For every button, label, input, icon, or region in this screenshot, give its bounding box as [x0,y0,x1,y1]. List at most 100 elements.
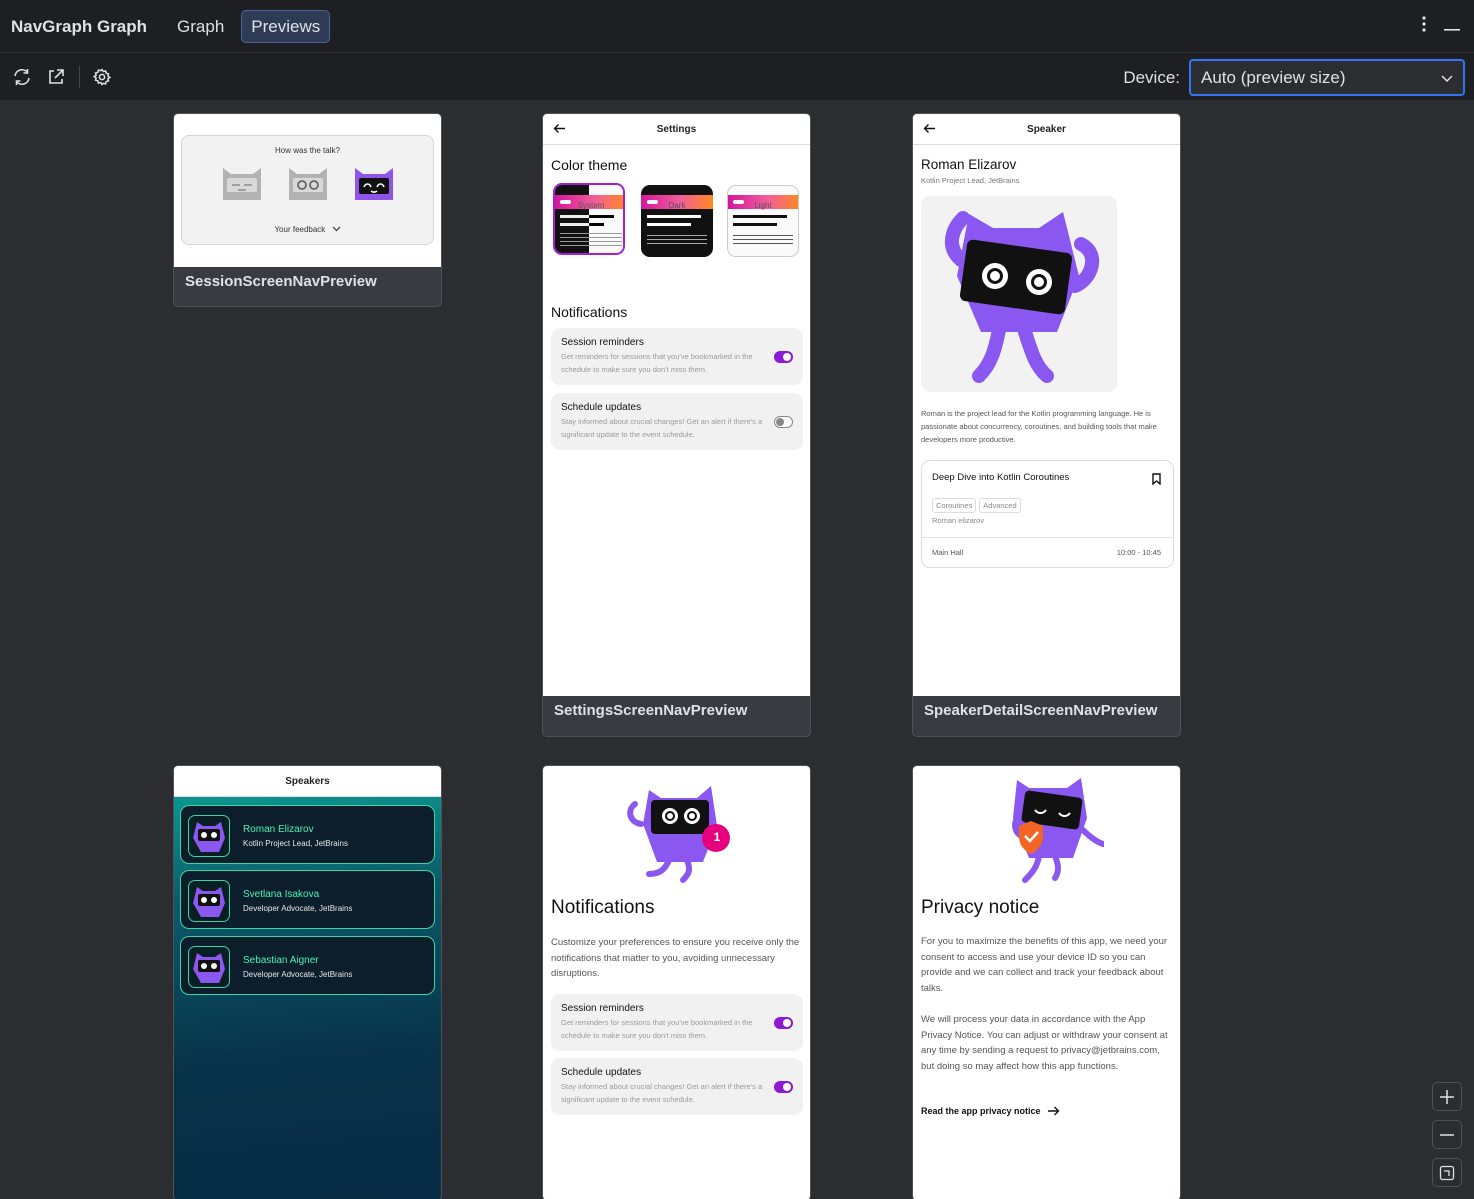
preview-card-privacy[interactable]: Privacy notice For you to maximize the b… [912,765,1181,1199]
previews-window: NavGraph Graph Graph Previews Device: Au… [0,0,1474,1199]
notifications-screen-render: 1 Notifications Customize your preferenc… [543,766,810,1199]
speaker-role: Developer Advocate, JetBrains [243,970,353,979]
kodee-notification-illustration [627,786,730,883]
session-title: Deep Dive into Kotlin Coroutines [932,472,1070,483]
schedule-updates-toggle[interactable] [774,1081,793,1093]
privacy-paragraph-1: For you to maximize the benefits of this… [921,936,1168,994]
chevron-down-icon [332,226,340,232]
sad-face-icon[interactable] [221,164,263,202]
speakers-screen-render: Speakers Roman Elizarov Kotlin Project L… [174,766,441,1199]
tab-previews[interactable]: Previews [241,10,331,43]
zoom-controls [1432,1082,1462,1187]
your-feedback-toggle[interactable]: Your feedback [182,225,433,234]
speaker-name: Sebastian Aigner [243,955,319,966]
notifications-heading: Notifications [551,304,628,320]
settings-title: Settings [656,123,697,135]
session-reminders-row[interactable]: Session reminders Get reminders for sess… [551,994,803,1051]
speaker-name: Roman Elizarov [243,824,314,835]
divider [922,537,1173,538]
tag-chip: Advanced [979,498,1021,513]
preview-card-speaker-detail[interactable]: Speaker Roman Elizarov Kotlin Project Le… [912,113,1181,737]
settings-app-bar: Settings [543,114,810,145]
theme-light-option[interactable] [727,185,799,257]
theme-dark-option[interactable] [641,185,713,257]
preview-card-settings[interactable]: Settings Color theme System Dark Light N… [542,113,811,737]
session-reminders-toggle[interactable] [774,351,793,363]
bookmark-icon[interactable] [1152,473,1161,485]
fit-screen-icon [1439,1165,1455,1180]
minimize-icon[interactable] [1444,18,1460,36]
theme-light-label: Light [754,201,772,210]
session-reminders-desc: Get reminders for sessions that you've b… [561,352,753,374]
toolbar-separator [79,65,80,88]
theme-system-option[interactable] [553,183,625,255]
preview-card-session[interactable]: How was the talk? Your feedback SessionS… [173,113,442,307]
speakers-app-bar: Speakers [174,766,441,797]
plus-icon [1440,1089,1454,1104]
zoom-to-fit-button[interactable] [1432,1158,1462,1187]
preview-card-speakers[interactable]: Speakers Roman Elizarov Kotlin Project L… [173,765,442,1199]
device-select[interactable]: Auto (preview size) [1189,59,1465,96]
theme-system-label: System [577,201,605,210]
schedule-updates-row[interactable]: Schedule updates Stay informed about cru… [551,393,803,450]
preview-caption: SessionScreenNavPreview [185,273,377,290]
zoom-out-button[interactable] [1432,1120,1462,1149]
schedule-updates-title: Schedule updates [561,1067,642,1078]
session-card[interactable]: Deep Dive into Kotlin Coroutines Corouti… [921,460,1174,568]
kodee-mascot-icon [944,211,1099,383]
schedule-updates-desc: Stay informed about crucial changes! Get… [561,1082,763,1104]
speaker-list-item[interactable]: Svetlana Isakova Developer Advocate, Jet… [180,870,435,929]
avatar [188,946,230,988]
device-label: Device: [1123,67,1180,87]
window-title: NavGraph Graph [11,16,148,36]
session-reminders-desc: Get reminders for sessions that you've b… [561,1018,753,1040]
speaker-list-item[interactable]: Sebastian Aigner Developer Advocate, Jet… [180,936,435,995]
privacy-notice-link[interactable]: Read the app privacy notice [921,1106,1060,1116]
settings-screen-render: Settings Color theme System Dark Light N… [543,114,810,696]
session-room: Main Hall [932,548,964,557]
device-select-value: Auto (preview size) [1201,67,1346,87]
speaker-role: Kotlin Project Lead, JetBrains [243,839,348,848]
schedule-updates-desc: Stay informed about crucial changes! Get… [561,417,763,439]
color-theme-heading: Color theme [551,157,628,173]
session-speaker: Roman elizarov [932,516,985,525]
session-tags: Coroutines Advanced [932,495,1024,513]
chevron-down-icon [1441,68,1453,88]
privacy-screen-render: Privacy notice For you to maximize the b… [913,766,1180,1199]
settings-icon[interactable] [91,66,113,88]
schedule-updates-row[interactable]: Schedule updates Stay informed about cru… [551,1058,803,1115]
notifications-title: Notifications [551,897,655,918]
refresh-icon[interactable] [11,66,33,88]
toolbar: Device: Auto (preview size) [0,52,1474,100]
privacy-paragraph-2: We will process your data in accordance … [921,1014,1168,1072]
tab-graph[interactable]: Graph [167,10,234,43]
feedback-question: How was the talk? [275,146,340,155]
session-reminders-toggle[interactable] [774,1017,793,1029]
your-feedback-label: Your feedback [274,225,326,234]
speaker-photo [921,196,1117,392]
speaker-name: Svetlana Isakova [243,889,320,900]
happy-face-icon[interactable] [353,164,395,202]
feedback-box: How was the talk? Your feedback [181,135,434,245]
preview-card-notifications[interactable]: 1 Notifications Customize your preferenc… [542,765,811,1199]
back-arrow-icon[interactable] [553,123,566,134]
session-reminders-row[interactable]: Session reminders Get reminders for sess… [551,328,803,385]
schedule-updates-toggle[interactable] [774,416,793,428]
neutral-face-icon[interactable] [287,164,329,202]
window-header: NavGraph Graph Graph Previews [0,1,1474,52]
speaker-role: Developer Advocate, JetBrains [243,904,353,913]
speaker-name: Roman Elizarov [921,157,1017,172]
tag-chip: Coroutines [932,498,977,513]
preview-caption: SpeakerDetailScreenNavPreview [924,702,1158,719]
speaker-bio: Roman is the project lead for the Kotlin… [921,409,1157,444]
session-screen-render: How was the talk? Your feedback [174,114,441,267]
more-options-icon[interactable] [1422,16,1426,37]
kodee-privacy-illustration [1012,778,1104,883]
speaker-list-item[interactable]: Roman Elizarov Kotlin Project Lead, JetB… [180,805,435,864]
speaker-app-title: Speaker [1027,123,1066,135]
speakers-title: Speakers [285,775,330,787]
back-arrow-icon[interactable] [923,123,936,134]
zoom-in-button[interactable] [1432,1082,1462,1111]
session-reminders-title: Session reminders [561,337,644,348]
open-external-icon[interactable] [45,66,67,88]
